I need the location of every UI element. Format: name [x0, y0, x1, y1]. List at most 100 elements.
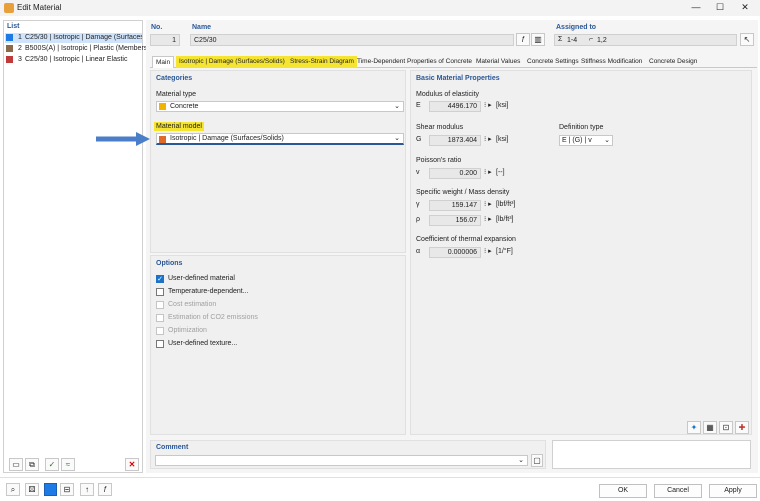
alpha-unit: [1/°F] [496, 248, 513, 255]
list-item[interactable]: 2 B500S(A) | Isotropic | Plastic (Member… [5, 44, 150, 54]
close-button[interactable]: ✕ [733, 1, 757, 14]
list-item-num: 1 [18, 34, 22, 41]
checkbox [156, 314, 164, 322]
options-title: Options [156, 260, 183, 267]
chevron-down-icon: ⌄ [394, 135, 400, 142]
edit-name-icon[interactable]: 𝑓 [516, 33, 530, 46]
list-item-label: C25/30 | Isotropic | Linear Elastic [25, 56, 128, 63]
g-input[interactable]: 1873.404 [429, 135, 481, 146]
g-symbol: G [416, 136, 422, 143]
g-unit: [ksi] [496, 136, 509, 143]
tab-main[interactable]: Main [152, 56, 175, 68]
definition-type-select[interactable]: E | (G) | v ⌄ [559, 135, 613, 146]
spin-icon[interactable]: ⁝ ▸ [484, 168, 492, 176]
no-value: 1 [172, 37, 176, 44]
spin-icon[interactable]: ⁝ ▸ [484, 135, 492, 143]
assigned-label: Assigned to [556, 24, 597, 31]
nu-symbol: v [416, 169, 420, 176]
nu-unit: [--] [496, 169, 505, 176]
option-label: Estimation of CO2 emissions [168, 314, 258, 321]
basic-properties-title: Basic Material Properties [416, 75, 500, 82]
apply-button[interactable]: Apply [709, 484, 757, 498]
pick-assignment-icon[interactable]: ↖ [740, 33, 754, 46]
library-icon[interactable]: ▥ [531, 33, 545, 46]
material-type-select[interactable]: Concrete ⌄ [156, 101, 404, 112]
check-all-icon[interactable]: ✓ [45, 458, 59, 471]
gamma-symbol: γ [416, 201, 420, 208]
nu-input[interactable]: 0.200 [429, 168, 481, 179]
e-input[interactable]: 4496.170 [429, 101, 481, 112]
material-type-label: Material type [156, 91, 197, 98]
list-header: List [7, 23, 20, 30]
minimize-button[interactable]: — [684, 1, 708, 14]
color-square-icon[interactable] [44, 483, 57, 496]
tab-stress-strain[interactable]: Stress-Strain Diagram [287, 56, 357, 68]
tab-isotropic-damage[interactable]: Isotropic | Damage (Surfaces/Solids) [176, 56, 288, 68]
surfaces-icon: Σ [558, 36, 563, 43]
material-model-select[interactable]: Isotropic | Damage (Surfaces/Solids) ⌄ [156, 133, 404, 145]
spin-icon[interactable]: ⁝ ▸ [484, 200, 492, 208]
e-unit: [ksi] [496, 102, 509, 109]
tab-material-values[interactable]: Material Values [473, 56, 523, 68]
poisson-label: Poisson's ratio [416, 157, 462, 164]
name-field[interactable]: C25/30 [190, 34, 514, 46]
list-item[interactable]: 3 C25/30 | Isotropic | Linear Elastic [5, 55, 142, 65]
material-model-value: Isotropic | Damage (Surfaces/Solids) [170, 135, 284, 142]
pin-icon[interactable]: ✦ [687, 421, 701, 434]
list-item[interactable]: 1 C25/30 | Isotropic | Damage (Surfaces/… [5, 33, 142, 43]
gamma-input[interactable]: 159.147 [429, 200, 481, 211]
delete-icon[interactable]: ✕ [125, 458, 139, 471]
definition-type-label: Definition type [559, 124, 604, 131]
search-icon[interactable]: ⌕ [6, 483, 20, 496]
no-field: 1 [150, 34, 180, 46]
no-label: No. [151, 24, 163, 31]
window-title: Edit Material [17, 3, 62, 12]
option-label: Optimization [168, 327, 207, 334]
tab-concrete-settings[interactable]: Concrete Settings [524, 56, 582, 68]
tree-icon[interactable]: ⊟ [60, 483, 74, 496]
modulus-elasticity-label: Modulus of elasticity [416, 91, 480, 98]
color-swatch [6, 45, 13, 52]
name-label: Name [192, 24, 212, 31]
ok-button[interactable]: OK [599, 484, 647, 498]
color-icon[interactable]: ✚ [735, 421, 749, 434]
tab-time-dependent[interactable]: Time-Dependent Properties of Concrete [354, 56, 475, 68]
assigned-value-2: 1,2 [597, 37, 607, 44]
new-material-icon[interactable]: ▭ [9, 458, 23, 471]
spin-icon[interactable]: ⁝ ▸ [484, 101, 492, 109]
spin-icon[interactable]: ⁝ ▸ [484, 215, 492, 223]
comment-library-icon[interactable]: ▢ [531, 454, 543, 467]
tab-concrete-design[interactable]: Concrete Design [646, 56, 700, 68]
info-icon[interactable]: ↑ [80, 483, 94, 496]
uncheck-icon[interactable]: ≈ [61, 458, 75, 471]
checkbox [156, 301, 164, 309]
chevron-down-icon: ⌄ [518, 457, 524, 464]
title-bar: Edit Material — ☐ ✕ [0, 0, 760, 16]
units-icon[interactable]: ⚄ [25, 483, 39, 496]
thermal-expansion-label: Coefficient of thermal expansion [416, 236, 516, 243]
table-icon[interactable]: ▦ [703, 421, 717, 434]
export-icon[interactable]: ⊡ [719, 421, 733, 434]
alpha-input[interactable]: 0.000006 [429, 247, 481, 258]
maximize-button[interactable]: ☐ [708, 1, 732, 14]
checkbox[interactable] [156, 340, 164, 348]
option-label: User-defined material [168, 275, 235, 282]
script-icon[interactable]: 𝑓 [98, 483, 112, 496]
basic-properties-section: Basic Material Properties Modulus of ela… [410, 70, 752, 435]
checkbox [156, 327, 164, 335]
rho-symbol: ρ [416, 216, 420, 223]
assigned-field[interactable]: Σ 1-4 ⌐ 1,2 [554, 34, 737, 46]
checkbox[interactable]: ✓ [156, 275, 164, 283]
copy-material-icon[interactable]: ⧉ [25, 458, 39, 471]
comment-input[interactable]: ⌄ [155, 455, 528, 466]
color-swatch [6, 34, 13, 41]
material-type-swatch [159, 103, 166, 110]
app-icon [4, 3, 14, 13]
cancel-button[interactable]: Cancel [654, 484, 702, 498]
spin-icon[interactable]: ⁝ ▸ [484, 247, 492, 255]
name-value: C25/30 [194, 37, 217, 44]
list-item-label: C25/30 | Isotropic | Damage (Surfaces/So… [25, 34, 142, 41]
checkbox[interactable] [156, 288, 164, 296]
rho-input[interactable]: 156.07 [429, 215, 481, 226]
tab-stiffness-modification[interactable]: Stiffness Modification [578, 56, 645, 68]
